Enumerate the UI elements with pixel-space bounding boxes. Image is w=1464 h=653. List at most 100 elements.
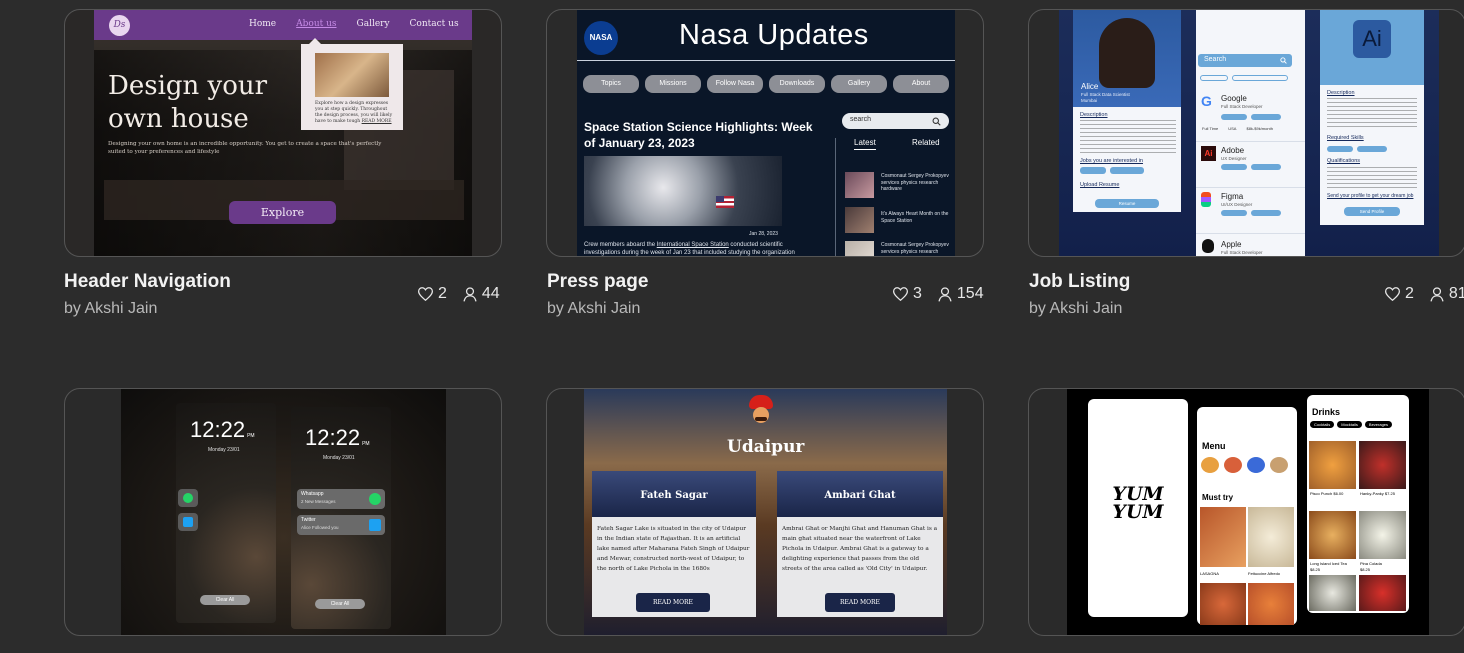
likes-count: 2 — [1405, 285, 1414, 302]
project-gallery: Ds Home About us Gallery Contact us Desi… — [0, 0, 1464, 653]
views-stat: 154 — [938, 285, 984, 303]
preview-profile-panel: Alice Full Stack Data Scientist Mumbai D… — [1073, 10, 1181, 212]
preview-tab: Topics — [583, 75, 639, 93]
preview-job-list: Search G Google Full Stack Developer Ful… — [1196, 10, 1305, 256]
preview-search-input: search — [842, 113, 949, 129]
user-icon — [938, 286, 952, 302]
preview-job-figma: Figma UI/UX Designer — [1196, 188, 1305, 234]
project-title[interactable]: Header Navigation — [64, 271, 231, 293]
preview-tab: Gallery — [831, 75, 887, 93]
preview-navbar: Ds Home About us Gallery Contact us — [94, 10, 472, 40]
preview-divider — [835, 138, 836, 256]
heart-icon — [893, 287, 908, 301]
project-thumbnail[interactable]: Ds Home About us Gallery Contact us Desi… — [64, 9, 502, 257]
drinks-screen: Drinks Cocktails Mocktails Beverages Pis… — [1307, 395, 1409, 613]
preview-caption: Crew members aboard the International Sp… — [584, 242, 795, 256]
user-icon — [463, 286, 477, 302]
preview-side-item: It's Always Heart Month on the Space Sta… — [845, 207, 953, 235]
likes-stat[interactable]: 2 — [1385, 285, 1414, 303]
likes-count: 3 — [913, 285, 922, 302]
preview-nav-contact: Contact us — [409, 19, 459, 29]
whatsapp-icon — [178, 489, 198, 507]
project-stats: 2 81 — [1385, 285, 1464, 303]
preview-job-google: G Google Full Stack Developer Full Time U… — [1196, 90, 1305, 142]
preview-udaipur: Udaipur Fateh Sagar Fateh Sagar Lake is … — [584, 389, 947, 635]
preview-job-adobe: Ai Adobe UX Designer — [1196, 142, 1305, 188]
adobe-illustrator-logo: Ai — [1353, 20, 1391, 58]
project-title[interactable]: Press page — [547, 271, 648, 293]
notification-twitter: Twitter Alice Followed you — [297, 515, 385, 535]
views-stat: 44 — [463, 285, 500, 303]
preview-resume-button: Resume — [1095, 199, 1159, 208]
preview-search-bar: Search — [1198, 54, 1292, 67]
preview-nav-home: Home — [249, 19, 277, 29]
project-title[interactable]: Job Listing — [1029, 271, 1130, 293]
place-card-fateh-sagar: Fateh Sagar Fateh Sagar Lake is situated… — [592, 471, 756, 617]
likes-stat[interactable]: 3 — [893, 285, 922, 303]
preview-nav-about: About us — [296, 19, 337, 29]
views-count: 154 — [956, 285, 984, 302]
preview-headline: Design your own house — [108, 71, 268, 134]
splash-screen: YUM YUM — [1088, 399, 1188, 617]
preview-tab: Downloads — [769, 75, 825, 93]
preview-side-tab-related: Related — [912, 138, 940, 147]
preview-side-item: Cosmonaut Sergey Prokopyev services phys… — [845, 172, 953, 200]
preview-tab: Follow Nasa — [707, 75, 763, 93]
heart-icon — [418, 287, 433, 301]
nasa-logo: NASA — [584, 21, 618, 55]
project-thumbnail[interactable]: Alice Full Stack Data Scientist Mumbai D… — [1028, 9, 1464, 257]
clear-all-button: Clear All — [200, 595, 250, 605]
search-icon — [932, 117, 941, 126]
preview-nasa-page: NASA Nasa Updates Topics Missions Follow… — [577, 10, 955, 256]
twitter-icon — [178, 513, 198, 531]
preview-popup-image — [315, 53, 389, 97]
preview-job-page: Alice Full Stack Data Scientist Mumbai D… — [1059, 10, 1439, 256]
heart-icon — [1385, 287, 1400, 301]
read-more-button: READ MORE — [636, 593, 710, 612]
yum-yum-logo: YUM YUM — [1112, 483, 1164, 523]
clear-all-button: Clear All — [315, 599, 365, 609]
preview-nav-gallery: Gallery — [356, 19, 390, 29]
preview-city-title: Udaipur — [727, 437, 805, 457]
preview-yumyum: YUM YUM Menu Must try LASAGNA Fettuccine… — [1067, 389, 1429, 635]
project-thumbnail[interactable]: YUM YUM Menu Must try LASAGNA Fettuccine… — [1028, 388, 1464, 636]
place-card-ambari-ghat: Ambari Ghat Ambrai Ghat or Manjhi Ghat a… — [777, 471, 943, 617]
project-stats: 2 44 — [418, 285, 510, 303]
phone-screen-right: 12:22 PM Monday 23/01 Whatsapp 2 New Mess… — [291, 407, 391, 629]
preview-tab: Missions — [645, 75, 701, 93]
likes-count: 2 — [438, 285, 447, 302]
project-thumbnail[interactable]: NASA Nasa Updates Topics Missions Follow… — [546, 9, 984, 257]
likes-stat[interactable]: 2 — [418, 285, 447, 303]
read-more-button: READ MORE — [825, 593, 895, 612]
project-author[interactable]: by Akshi Jain — [1029, 300, 1122, 318]
rajasthani-turban-icon — [746, 395, 776, 427]
preview-side-tab-latest: Latest — [854, 138, 876, 150]
views-count: 81 — [1448, 285, 1464, 302]
project-author[interactable]: by Akshi Jain — [64, 300, 157, 318]
preview-article-title: Space Station Science Highlights: Week o… — [584, 120, 813, 150]
preview-job-detail: Ai Description Required Skills Qualifica… — [1320, 10, 1424, 225]
preview-popup: Explore how a design expresses you at st… — [301, 38, 403, 130]
preview-lockscreen: 12:22 PM Monday 23/01 Clear All 12:22 PM M… — [121, 389, 446, 635]
preview-heading: Nasa Updates — [679, 19, 869, 51]
preview-article-image — [584, 156, 782, 226]
preview-logo: Ds — [109, 15, 130, 36]
project-author[interactable]: by Akshi Jain — [547, 300, 640, 318]
notification-whatsapp: Whatsapp 2 New Messages — [297, 489, 385, 509]
views-count: 44 — [481, 285, 500, 302]
phone-screen-left: 12:22 PM Monday 23/01 Clear All — [176, 403, 276, 623]
preview-tab: About — [893, 75, 949, 93]
preview-job-apple: Apple Full Stack Developer — [1196, 236, 1305, 256]
search-icon — [1280, 57, 1287, 64]
menu-screen: Menu Must try LASAGNA Fettuccine Alfredo — [1197, 407, 1297, 625]
user-icon — [1430, 286, 1444, 302]
preview-side-item: Cosmonaut Sergey Prokopyev services phys… — [845, 241, 953, 256]
preview-explore-button: Explore — [229, 201, 336, 224]
preview-hero: Ds Home About us Gallery Contact us Desi… — [94, 10, 472, 256]
project-thumbnail[interactable]: Udaipur Fateh Sagar Fateh Sagar Lake is … — [546, 388, 984, 636]
preview-send-profile-button: Send Profile — [1344, 207, 1400, 216]
preview-subtext: Designing your own home is an incredible… — [108, 141, 382, 155]
project-stats: 3 154 — [893, 285, 994, 303]
project-thumbnail[interactable]: 12:22 PM Monday 23/01 Clear All 12:22 PM M… — [64, 388, 502, 636]
views-stat: 81 — [1430, 285, 1464, 303]
